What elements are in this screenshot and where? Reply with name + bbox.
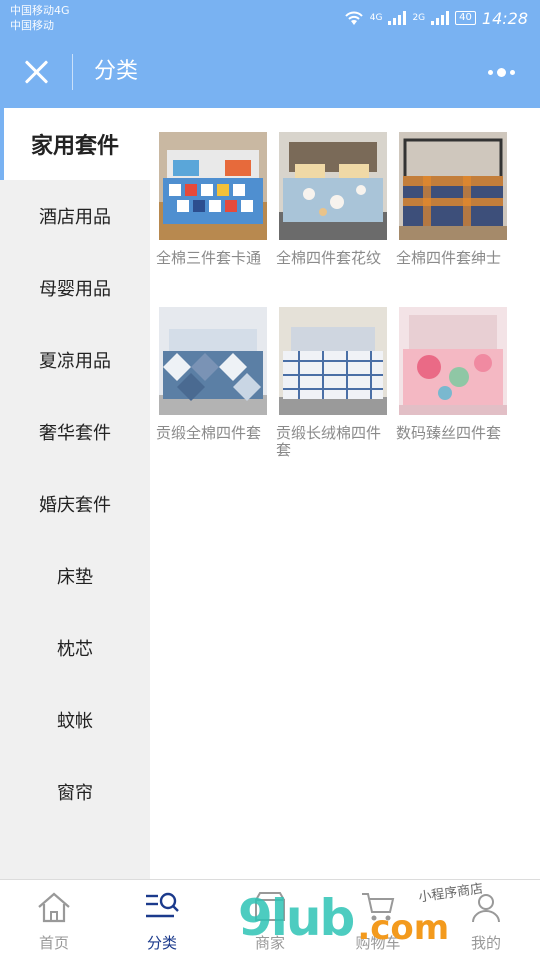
page-title: 分类 [94, 59, 139, 84]
product-card[interactable]: 数码臻丝四件套 [396, 307, 516, 482]
product-image[interactable] [399, 307, 507, 415]
watermark-domain-text: .com [357, 908, 450, 948]
carrier-line-2: 中国移动 [10, 19, 54, 32]
tab-label: 首页 [38, 934, 69, 952]
product-name: 数码臻丝四件套 [396, 424, 502, 442]
clock: 14:28 [481, 8, 528, 28]
sidebar-item-wedding[interactable]: 婚庆套件 [0, 468, 150, 540]
signal-icon [388, 11, 407, 25]
product-name: 全棉四件套绅士 [396, 249, 502, 267]
sidebar-item-label: 夏凉用品 [39, 351, 111, 372]
product-name: 全棉四件套花纹 [276, 249, 382, 267]
sidebar-item-label: 窗帘 [57, 783, 93, 804]
close-icon[interactable] [20, 56, 52, 88]
sidebar-item-label: 枕芯 [57, 639, 93, 660]
wifi-icon [345, 11, 363, 25]
category-sidebar: 家用套件 酒店用品 母婴用品 夏凉用品 奢华套件 婚庆套件 床垫 枕芯 蚊帐 窗… [0, 108, 150, 880]
sidebar-item-summer[interactable]: 夏凉用品 [0, 324, 150, 396]
product-card[interactable]: 全棉四件套花纹 [276, 132, 396, 307]
network-4g-label: 4G [369, 13, 383, 23]
sidebar-item-home-sets[interactable]: 家用套件 [0, 108, 150, 180]
sidebar-item-mosquito-net[interactable]: 蚊帐 [0, 684, 150, 756]
sidebar-item-pillow[interactable]: 枕芯 [0, 612, 150, 684]
sidebar-item-label: 母婴用品 [39, 279, 111, 300]
tab-home[interactable]: 首页 [0, 880, 108, 961]
sidebar-item-curtain[interactable]: 窗帘 [0, 756, 150, 828]
product-image[interactable] [279, 132, 387, 240]
sidebar-item-mattress[interactable]: 床垫 [0, 540, 150, 612]
tab-label: 分类 [146, 934, 177, 952]
sidebar-item-label: 床垫 [57, 567, 93, 588]
product-image[interactable] [279, 307, 387, 415]
product-grid: 全棉三件套卡通 全棉四件套花纹 全棉四件套绅士 贡缎全棉四件套 贡缎长绒棉四件套… [156, 132, 540, 482]
product-card[interactable]: 贡缎长绒棉四件套 [276, 307, 396, 482]
sidebar-item-label: 家用套件 [30, 134, 119, 159]
watermark-big-text: 9lub [238, 889, 355, 947]
header-divider [72, 54, 73, 90]
product-image[interactable] [159, 132, 267, 240]
product-card[interactable]: 全棉四件套绅士 [396, 132, 516, 307]
category-icon [146, 892, 179, 918]
home-icon [38, 892, 70, 923]
tab-category[interactable]: 分类 [108, 880, 216, 961]
network-2g-label: 2G [412, 13, 426, 23]
battery-indicator: 40 [455, 11, 476, 25]
product-card[interactable]: 全棉三件套卡通 [156, 132, 276, 307]
sidebar-item-luxury[interactable]: 奢华套件 [0, 396, 150, 468]
status-bar: 中国移动4G 中国移动 4G 2G 40 14:28 [0, 0, 540, 36]
site-watermark: 9lub .com 小程序商店 [238, 882, 484, 948]
product-area: 全棉三件套卡通 全棉四件套花纹 全棉四件套绅士 贡缎全棉四件套 贡缎长绒棉四件套… [150, 108, 540, 880]
more-icon[interactable] [488, 62, 518, 82]
sidebar-item-label: 蚊帐 [57, 711, 93, 732]
carrier-info: 中国移动4G 中国移动 [10, 3, 70, 33]
sidebar-item-label: 奢华套件 [39, 423, 111, 444]
sidebar-item-label: 婚庆套件 [39, 495, 111, 516]
sidebar-item-baby[interactable]: 母婴用品 [0, 252, 150, 324]
sidebar-item-label: 酒店用品 [39, 207, 111, 228]
carrier-line-1: 中国移动4G [10, 4, 70, 17]
nav-header: 分类 [0, 36, 540, 108]
product-name: 贡缎全棉四件套 [156, 424, 262, 442]
status-icons: 4G 2G 40 14:28 [344, 8, 528, 28]
product-name: 全棉三件套卡通 [156, 249, 262, 267]
product-name: 贡缎长绒棉四件套 [276, 424, 382, 459]
product-image[interactable] [399, 132, 507, 240]
product-card[interactable]: 贡缎全棉四件套 [156, 307, 276, 482]
product-image[interactable] [159, 307, 267, 415]
sidebar-item-hotel[interactable]: 酒店用品 [0, 180, 150, 252]
signal-icon-2 [431, 11, 450, 25]
